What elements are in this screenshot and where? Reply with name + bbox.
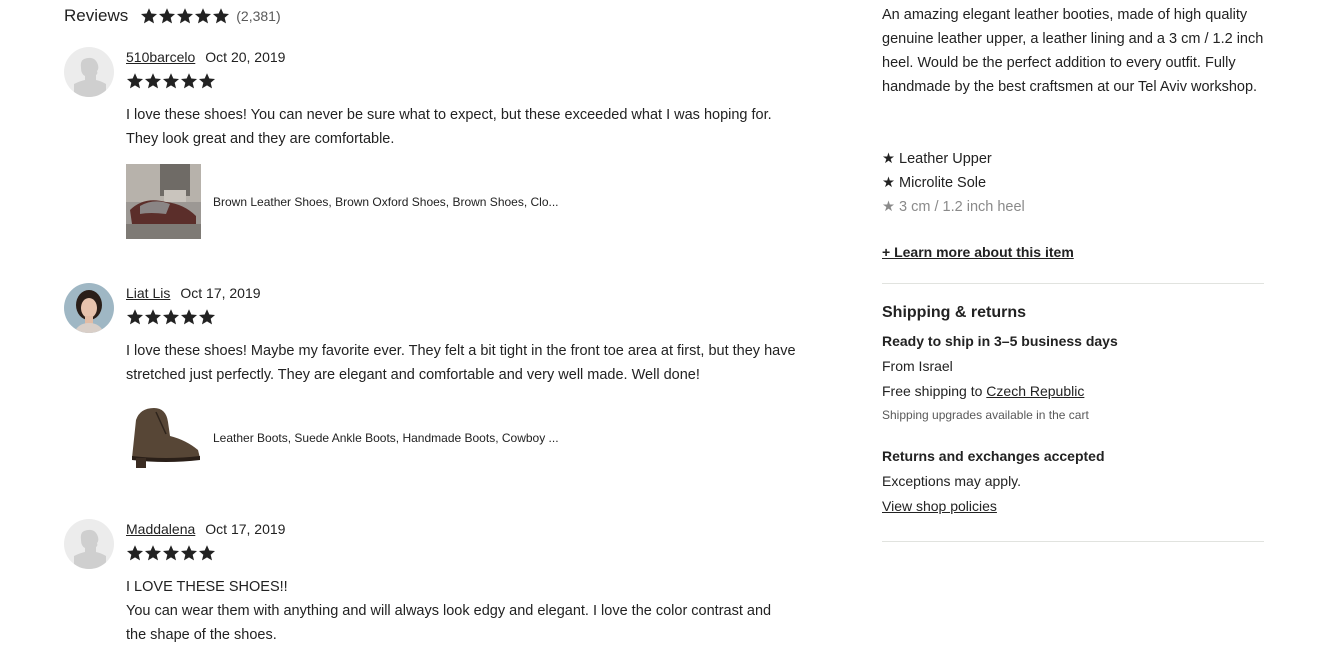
divider xyxy=(882,541,1264,542)
star-icon xyxy=(198,73,216,89)
shipping-upgrades-note: Shipping upgrades available in the cart xyxy=(882,408,1089,422)
listing-title[interactable]: Leather Boots, Suede Ankle Boots, Handma… xyxy=(213,431,559,445)
review-date: Oct 20, 2019 xyxy=(205,49,286,65)
ships-from-text: From Israel xyxy=(882,358,953,374)
default-avatar-icon xyxy=(64,47,114,97)
star-icon xyxy=(144,309,162,325)
star-icon xyxy=(126,73,144,89)
feature-item: ★ Leather Upper xyxy=(882,151,992,167)
review-date: Oct 17, 2019 xyxy=(180,285,261,301)
star-icon xyxy=(195,8,212,24)
shipping-title: Shipping & returns xyxy=(882,304,1026,321)
reviewer-name-link[interactable]: Liat Lis xyxy=(126,285,170,301)
review-date: Oct 17, 2019 xyxy=(205,521,286,537)
ready-to-ship-text: Ready to ship in 3–5 business days xyxy=(882,333,1118,349)
review-body: Liat Lis Oct 17, 2019 I love these shoes… xyxy=(126,283,834,475)
star-icon xyxy=(144,545,162,561)
star-icon xyxy=(141,8,158,24)
free-shipping-text: Free shipping to Czech Republic xyxy=(882,383,1084,399)
overall-rating-stars xyxy=(140,7,230,25)
review-rating-stars xyxy=(126,544,834,564)
returns-text: Returns and exchanges accepted xyxy=(882,448,1105,464)
star-icon xyxy=(213,8,230,24)
listing-title[interactable]: Brown Leather Shoes, Brown Oxford Shoes,… xyxy=(213,195,559,209)
review-rating-stars xyxy=(126,72,834,92)
review-meta: 510barcelo Oct 20, 2019 xyxy=(126,47,834,67)
item-features-list: ★ Leather Upper ★ Microlite Sole ★ 3 cm … xyxy=(882,147,1025,219)
learn-more-link[interactable]: + Learn more about this item xyxy=(882,244,1074,260)
review-count: (2,381) xyxy=(236,8,281,24)
star-icon xyxy=(180,309,198,325)
star-icon xyxy=(198,545,216,561)
star-icon xyxy=(162,545,180,561)
default-avatar-icon xyxy=(64,519,114,569)
review-text: I love these shoes! Maybe my favorite ev… xyxy=(126,343,796,383)
listing-thumbnail[interactable] xyxy=(126,164,201,239)
star-icon xyxy=(159,8,176,24)
star-icon xyxy=(180,73,198,89)
listing-thumbnail[interactable] xyxy=(126,400,201,475)
reviewed-listing-link[interactable]: Brown Leather Shoes, Brown Oxford Shoes,… xyxy=(126,164,834,239)
reviewer-avatar[interactable] xyxy=(64,47,114,97)
star-icon xyxy=(162,309,180,325)
star-icon xyxy=(198,309,216,325)
item-description: An amazing elegant leather booties, made… xyxy=(882,7,1264,95)
review-rating-stars xyxy=(126,308,834,328)
review-body: 510barcelo Oct 20, 2019 I love these sho… xyxy=(126,47,834,239)
reviewer-name-link[interactable]: Maddalena xyxy=(126,521,195,537)
divider xyxy=(882,283,1264,284)
exceptions-text: Exceptions may apply. xyxy=(882,473,1022,489)
review-meta: Maddalena Oct 17, 2019 xyxy=(126,519,834,539)
review-text: I LOVE THESE SHOES!! You can wear them w… xyxy=(126,579,772,643)
star-icon xyxy=(177,8,194,24)
destination-country-link[interactable]: Czech Republic xyxy=(986,383,1084,399)
reviewer-avatar[interactable] xyxy=(64,519,114,569)
reviewer-photo-icon xyxy=(64,283,114,333)
reviews-header: Reviews (2,381) xyxy=(64,5,281,27)
reviewer-avatar[interactable] xyxy=(64,283,114,333)
free-shipping-prefix: Free shipping to xyxy=(882,383,987,399)
star-icon xyxy=(162,73,180,89)
review-meta: Liat Lis Oct 17, 2019 xyxy=(126,283,834,303)
view-shop-policies-link[interactable]: View shop policies xyxy=(882,498,997,514)
star-icon xyxy=(144,73,162,89)
star-icon xyxy=(180,545,198,561)
reviewed-listing-link[interactable]: Leather Boots, Suede Ankle Boots, Handma… xyxy=(126,400,834,475)
star-icon xyxy=(126,545,144,561)
star-icon xyxy=(126,309,144,325)
review-text: I love these shoes! You can never be sur… xyxy=(126,107,772,147)
reviewer-name-link[interactable]: 510barcelo xyxy=(126,49,195,65)
reviews-title: Reviews xyxy=(64,6,129,25)
feature-item: ★ Microlite Sole xyxy=(882,175,987,191)
feature-item: ★ 3 cm / 1.2 inch heel xyxy=(882,199,1025,215)
review-body: Maddalena Oct 17, 2019 I LOVE THESE SHOE… xyxy=(126,519,834,647)
